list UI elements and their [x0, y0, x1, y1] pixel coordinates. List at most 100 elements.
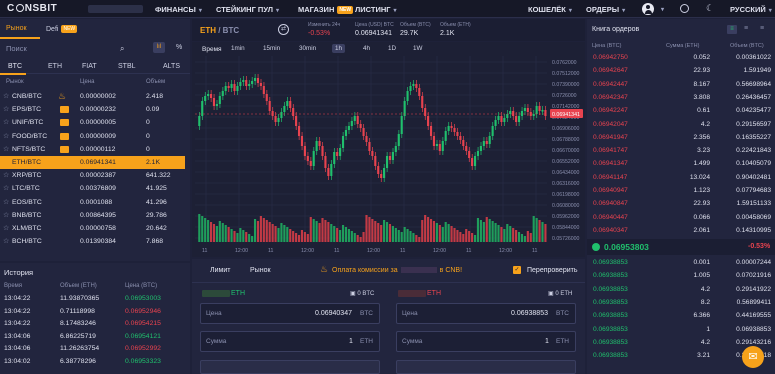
market-row[interactable]: ☆ EOS/BTC 0.0001088 41.296: [0, 196, 185, 209]
quote-tab-alts[interactable]: ALTS: [163, 63, 180, 70]
chat-support-icon[interactable]: ✉: [742, 346, 764, 368]
star-icon[interactable]: ☆: [3, 169, 9, 182]
star-icon[interactable]: ☆: [3, 90, 9, 103]
volume-bar: [515, 230, 518, 242]
ask-total: 0.04235477: [736, 107, 771, 115]
buy-amount-input[interactable]: [200, 331, 380, 352]
nav-shop[interactable]: МАГАЗИН NEW: [298, 5, 354, 14]
star-icon[interactable]: ☆: [3, 130, 9, 143]
market-row[interactable]: ☆ FOOD/BTC 0.00000009 0: [0, 130, 185, 143]
market-row[interactable]: ☆ UNIF/BTC 0.00000005 0: [0, 116, 185, 129]
interval-30min[interactable]: 30min: [296, 44, 319, 53]
tab-market-order[interactable]: Рынок: [250, 267, 271, 274]
night-mode-icon[interactable]: ☾: [706, 3, 714, 14]
market-volume: 0: [146, 132, 150, 140]
language-select[interactable]: РУССКИЙ ▾: [730, 5, 772, 14]
ask-row[interactable]: 0.06942447 8.167 0.56698964: [588, 79, 775, 92]
ask-row[interactable]: 0.06941747 3.23 0.22421843: [588, 145, 775, 158]
interval-4h[interactable]: 4h: [360, 44, 373, 53]
quote-tab-fiat[interactable]: FIAT: [82, 63, 97, 70]
interval-1D[interactable]: 1D: [385, 44, 399, 53]
history-row: 13:04:22 0.71118998 0.06952946: [0, 306, 185, 319]
brand-logo[interactable]: C NSBIT: [7, 3, 57, 14]
ask-row[interactable]: 0.06942347 3.808 0.26436457: [588, 92, 775, 105]
ask-row[interactable]: 0.06942047 4.2 0.29156597: [588, 119, 775, 132]
sell-amount-input[interactable]: [396, 331, 576, 352]
candlestick-chart[interactable]: 0.0762000 0.07512000 0.07390000 0.0726000 0.…: [192, 56, 585, 256]
interval-1h[interactable]: 1h: [332, 44, 346, 53]
quote-tab-btc[interactable]: BTC: [8, 63, 22, 70]
nav-staking[interactable]: СТЕЙКИНГ ПУЛ ▾: [216, 5, 279, 14]
market-row[interactable]: ☆ EPS/BTC 0.00000232 0.09: [0, 103, 185, 116]
market-row[interactable]: ☆ CNB/BTC ♨ 0.00000002 2.418: [0, 90, 185, 103]
ask-row[interactable]: 0.06940947 1.123 0.07794683: [588, 185, 775, 198]
bid-row[interactable]: 0.06938853 8.2 0.56899411: [588, 297, 775, 310]
y-tick-label: 0.06434000: [552, 170, 580, 176]
interval-15min[interactable]: 15min: [260, 44, 283, 53]
star-icon[interactable]: ☆: [3, 196, 9, 209]
tab-limit[interactable]: Лимит: [210, 267, 230, 274]
market-row[interactable]: ☆ BNB/BTC 0.00864395 29.786: [0, 209, 185, 222]
tab-market[interactable]: Рынок: [6, 25, 27, 32]
last-price-tag-label: 0.06941341: [552, 112, 580, 118]
quote-tab-eth[interactable]: ETH: [48, 63, 62, 70]
ask-row[interactable]: 0.06942247 0.61 0.04235477: [588, 105, 775, 118]
market-volume: 0: [146, 145, 150, 153]
market-row[interactable]: ☆ BCH/BTC 0.01390384 7.868: [0, 235, 185, 248]
ask-row[interactable]: 0.06941147 13.024 0.90402481: [588, 172, 775, 185]
buy-percent-buttons[interactable]: [200, 360, 380, 374]
refresh-icon[interactable]: [680, 4, 689, 13]
volume-bar: [318, 223, 321, 242]
pair-info-icon[interactable]: ⇄: [278, 24, 289, 35]
bid-row[interactable]: 0.06938853 0.001 0.00007244: [588, 257, 775, 270]
star-icon[interactable]: ☆: [3, 209, 9, 222]
book-asks-icon[interactable]: ≡: [760, 25, 764, 32]
sell-percent-buttons[interactable]: [396, 360, 576, 374]
ask-row[interactable]: 0.06942750 0.052 0.00361022: [588, 52, 775, 65]
market-row[interactable]: ☆ XLM/BTC 0.00000758 20.642: [0, 222, 185, 235]
ask-row[interactable]: 0.06942647 22.93 1.591949: [588, 65, 775, 78]
star-icon[interactable]: ☆: [3, 143, 9, 156]
market-row[interactable]: ☆ LTC/BTC 0.00376809 41.925: [0, 182, 185, 195]
nav-listing[interactable]: ЛИСТИНГ ▾: [355, 5, 397, 14]
sell-price-input[interactable]: [396, 303, 576, 324]
bid-row[interactable]: 0.06938853 4.2 0.29141922: [588, 284, 775, 297]
buy-price-input[interactable]: [200, 303, 380, 324]
star-icon[interactable]: ☆: [3, 222, 9, 235]
reverify-checkbox[interactable]: ✓: [513, 266, 521, 274]
ask-row[interactable]: 0.06940447 0.066 0.00458069: [588, 212, 775, 225]
ask-row[interactable]: 0.06940847 22.93 1.59151133: [588, 198, 775, 211]
avatar-dropdown-icon[interactable]: ▾: [658, 4, 664, 13]
ask-row[interactable]: 0.06941347 1.499 0.10405079: [588, 158, 775, 171]
avatar-icon[interactable]: [642, 3, 654, 15]
star-icon[interactable]: ☆: [3, 116, 9, 129]
interval-1W[interactable]: 1W: [410, 44, 425, 53]
bid-row[interactable]: 0.06938853 6.366 0.44169555: [588, 310, 775, 323]
ticker-price: 0.06941341: [355, 30, 392, 37]
star-icon[interactable]: ☆: [3, 235, 9, 248]
book-bids-icon[interactable]: ≡: [744, 25, 748, 32]
market-row[interactable]: ☆ NFTS/BTC 0.00000112 0: [0, 143, 185, 156]
nav-finance[interactable]: ФИНАНСЫ ▾: [155, 5, 202, 14]
interval-1min[interactable]: 1min: [228, 44, 248, 53]
ask-row[interactable]: 0.06941947 2.356 0.16355227: [588, 132, 775, 145]
percent-toggle-icon[interactable]: %: [176, 44, 182, 51]
candle-body: [239, 82, 242, 86]
star-icon[interactable]: ☆: [3, 182, 9, 195]
search-icon[interactable]: ⌕: [120, 44, 124, 54]
star-icon[interactable]: ☆: [3, 103, 9, 116]
tab-defi[interactable]: Defi NEW: [46, 25, 78, 33]
bid-row[interactable]: 0.06938853 1.005 0.07021916: [588, 270, 775, 283]
volume-bar: [274, 226, 277, 242]
search-input[interactable]: Поиск: [6, 44, 27, 53]
nav-orders[interactable]: ОРДЕРЫ ▾: [586, 5, 625, 14]
ask-row[interactable]: 0.06940347 2.061 0.14310995: [588, 225, 775, 238]
market-row[interactable]: ETH/BTC 0.06941341 2.1K: [0, 156, 185, 169]
favorites-filter-icon[interactable]: lıl: [153, 42, 165, 53]
market-volume: 2.1K: [146, 159, 160, 166]
quote-tab-stbl[interactable]: STBL: [118, 63, 136, 70]
book-both-icon[interactable]: ≡: [727, 25, 737, 34]
market-row[interactable]: ☆ XRP/BTC 0.00002387 641.322: [0, 169, 185, 182]
bid-row[interactable]: 0.06938853 1 0.06938853: [588, 324, 775, 337]
nav-wallet[interactable]: КОШЕЛЁК ▾: [528, 5, 572, 14]
